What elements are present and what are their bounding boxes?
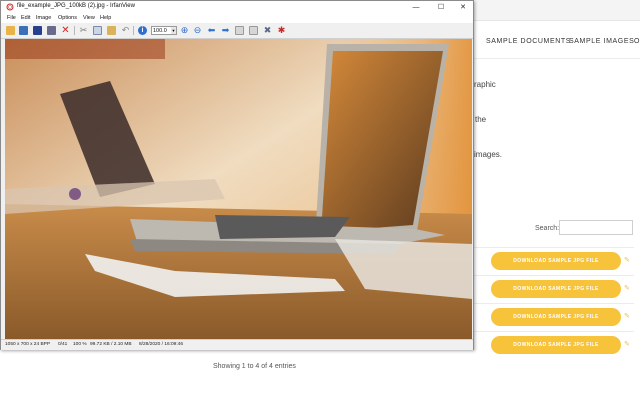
status-file-index: 0/41 bbox=[58, 342, 67, 347]
menu-file[interactable]: File bbox=[7, 15, 16, 21]
status-bar: 1050 x 700 x 24 BPP 0/41 100 % 99.72 KB … bbox=[1, 339, 473, 350]
laptop-photo bbox=[5, 39, 472, 339]
first-page-icon[interactable] bbox=[235, 26, 244, 35]
body-text-line-1: raphic bbox=[474, 80, 496, 89]
nav-more[interactable]: O bbox=[634, 38, 640, 45]
open-folder-icon[interactable] bbox=[6, 26, 15, 35]
body-text-line-3: images. bbox=[474, 150, 502, 159]
body-text-line-2: the bbox=[475, 115, 486, 124]
pencil-icon: ✎ bbox=[624, 312, 630, 320]
irfanview-window: file_example_JPG_100kB (2).jpg - IrfanVi… bbox=[0, 0, 474, 350]
pencil-icon: ✎ bbox=[624, 284, 630, 292]
site-navigation: SAMPLE DOCUMENTS SAMPLE IMAGES O bbox=[474, 30, 640, 52]
maximize-button[interactable]: ☐ bbox=[430, 1, 452, 14]
status-dimensions: 1050 x 700 x 24 BPP bbox=[5, 342, 50, 347]
desktop: SAMPLE DOCUMENTS SAMPLE IMAGES O raphic … bbox=[0, 0, 640, 400]
minimize-button[interactable]: — bbox=[405, 1, 427, 14]
next-arrow-icon[interactable]: ➡ bbox=[221, 26, 230, 35]
status-zoom: 100 % bbox=[73, 342, 87, 347]
irfanview-logo-icon[interactable]: ✱ bbox=[277, 26, 286, 35]
nav-divider bbox=[474, 58, 640, 59]
toolbar-separator bbox=[133, 26, 134, 35]
save-icon[interactable] bbox=[33, 26, 42, 35]
search-input[interactable] bbox=[559, 220, 633, 235]
nav-sample-documents[interactable]: SAMPLE DOCUMENTS bbox=[486, 38, 571, 45]
status-datetime: 8/28/2020 / 16:09:46 bbox=[139, 342, 183, 347]
irfanview-app-icon bbox=[6, 3, 14, 11]
undo-icon[interactable]: ↶ bbox=[121, 26, 130, 35]
zoom-value: 100.0 bbox=[153, 28, 167, 34]
cut-icon[interactable]: ✂ bbox=[79, 26, 88, 35]
menu-bar: File Edit Image Options View Help bbox=[1, 14, 473, 23]
chevron-down-icon: ▼ bbox=[171, 27, 176, 34]
previous-arrow-icon[interactable]: ⬅ bbox=[207, 26, 216, 35]
download-jpg-button[interactable]: DOWNLOAD SAMPLE JPG FILE bbox=[491, 252, 621, 270]
last-page-icon[interactable] bbox=[249, 26, 258, 35]
status-file-size: 99.72 KB / 2.10 MB bbox=[90, 342, 132, 347]
settings-tools-icon[interactable]: ✖ bbox=[263, 26, 272, 35]
menu-options[interactable]: Options bbox=[58, 15, 77, 21]
zoom-select[interactable]: 100.0 ▼ bbox=[151, 26, 177, 35]
zoom-out-icon[interactable]: ⊖ bbox=[193, 26, 202, 35]
zoom-in-icon[interactable]: ⊕ bbox=[180, 26, 189, 35]
toolbar-separator bbox=[74, 26, 75, 35]
menu-edit[interactable]: Edit bbox=[21, 15, 30, 21]
print-icon[interactable] bbox=[47, 26, 56, 35]
download-jpg-button[interactable]: DOWNLOAD SAMPLE JPG FILE bbox=[491, 336, 621, 354]
slideshow-icon[interactable] bbox=[19, 26, 28, 35]
search-label: Search: bbox=[535, 225, 559, 232]
window-title: file_example_JPG_100kB (2).jpg - IrfanVi… bbox=[17, 3, 135, 9]
paste-icon[interactable] bbox=[107, 26, 116, 35]
browser-topbar bbox=[474, 0, 640, 21]
download-jpg-button[interactable]: DOWNLOAD SAMPLE JPG FILE bbox=[491, 280, 621, 298]
nav-sample-images[interactable]: SAMPLE IMAGES bbox=[569, 38, 634, 45]
menu-view[interactable]: View bbox=[83, 15, 95, 21]
close-button[interactable]: ✕ bbox=[452, 1, 474, 14]
info-icon[interactable]: i bbox=[138, 26, 147, 35]
download-jpg-button[interactable]: DOWNLOAD SAMPLE JPG FILE bbox=[491, 308, 621, 326]
title-bar[interactable]: file_example_JPG_100kB (2).jpg - IrfanVi… bbox=[1, 1, 473, 14]
table-info: Showing 1 to 4 of 4 entries bbox=[213, 363, 296, 370]
menu-image[interactable]: Image bbox=[36, 15, 51, 21]
toolbar: ✕ ✂ ↶ i 100.0 ▼ ⊕ ⊖ ⬅ ➡ ✖ ✱ bbox=[1, 23, 473, 39]
delete-icon[interactable]: ✕ bbox=[61, 26, 70, 35]
image-canvas[interactable] bbox=[5, 39, 472, 339]
menu-help[interactable]: Help bbox=[100, 15, 111, 21]
copy-icon[interactable] bbox=[93, 26, 102, 35]
pencil-icon: ✎ bbox=[624, 256, 630, 264]
pencil-icon: ✎ bbox=[624, 340, 630, 348]
